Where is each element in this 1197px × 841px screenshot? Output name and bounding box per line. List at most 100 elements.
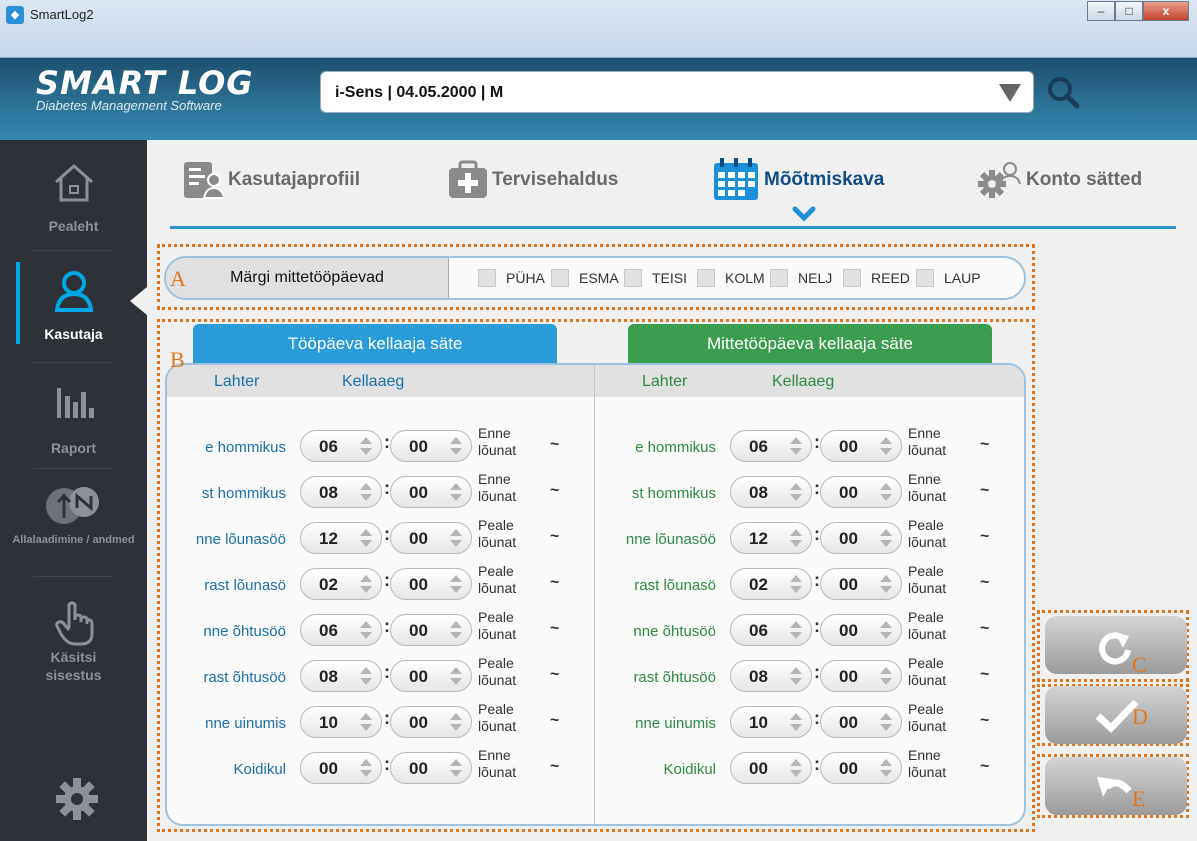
- minute-stepper[interactable]: 00: [390, 614, 472, 646]
- stepper-arrows-icon[interactable]: [787, 759, 803, 779]
- stepper-arrows-icon[interactable]: [877, 529, 893, 549]
- stepper-arrows-icon[interactable]: [357, 529, 373, 549]
- minute-stepper[interactable]: 00: [820, 660, 902, 692]
- stepper-arrows-icon[interactable]: [447, 437, 463, 457]
- offday-settings-tab[interactable]: Mittetööpäeva kellaaja säte: [628, 324, 992, 364]
- chevron-down-icon[interactable]: [999, 84, 1021, 102]
- ampm-label[interactable]: Peale lõunat: [908, 517, 970, 551]
- stepper-arrows-icon[interactable]: [787, 483, 803, 503]
- ampm-label[interactable]: Peale lõunat: [908, 655, 970, 689]
- search-icon[interactable]: [1046, 75, 1080, 109]
- workday-settings-tab[interactable]: Tööpäeva kellaaja säte: [193, 324, 557, 364]
- day-checkbox-sunday[interactable]: PÜHA: [478, 269, 549, 287]
- confirm-button[interactable]: [1045, 686, 1187, 744]
- minute-stepper[interactable]: 00: [390, 752, 472, 784]
- day-checkbox-tuesday[interactable]: TEISI: [624, 269, 695, 287]
- minute-stepper[interactable]: 00: [820, 706, 902, 738]
- patient-select[interactable]: i-Sens | 04.05.2000 | M: [320, 71, 1034, 113]
- undo-button[interactable]: [1045, 757, 1187, 815]
- stepper-arrows-icon[interactable]: [877, 667, 893, 687]
- hour-stepper[interactable]: 12: [300, 522, 382, 554]
- stepper-arrows-icon[interactable]: [357, 483, 373, 503]
- ampm-label[interactable]: Enne lõunat: [478, 747, 540, 781]
- hour-stepper[interactable]: 06: [730, 614, 812, 646]
- minute-stepper[interactable]: 00: [820, 522, 902, 554]
- stepper-arrows-icon[interactable]: [787, 667, 803, 687]
- ampm-label[interactable]: Peale lõunat: [478, 563, 540, 597]
- day-checkbox-thursday[interactable]: NELJ: [770, 269, 841, 287]
- stepper-arrows-icon[interactable]: [787, 621, 803, 641]
- hour-stepper[interactable]: 08: [300, 476, 382, 508]
- minute-stepper[interactable]: 00: [390, 476, 472, 508]
- stepper-arrows-icon[interactable]: [787, 437, 803, 457]
- hour-stepper[interactable]: 12: [730, 522, 812, 554]
- tab-measurement-plan[interactable]: Mõõtmiskava: [712, 152, 884, 208]
- tab-health[interactable]: Tervisehaldus: [448, 152, 618, 208]
- ampm-label[interactable]: Enne lõunat: [478, 471, 540, 505]
- day-checkbox-saturday[interactable]: LAUP: [916, 269, 987, 287]
- hour-stepper[interactable]: 08: [730, 476, 812, 508]
- minimize-button[interactable]: –: [1087, 1, 1115, 21]
- stepper-arrows-icon[interactable]: [357, 667, 373, 687]
- gear-icon[interactable]: [54, 776, 100, 822]
- hour-stepper[interactable]: 10: [730, 706, 812, 738]
- sidebar-item-download[interactable]: Allalaadimine / andmed: [0, 484, 147, 546]
- hour-stepper[interactable]: 02: [300, 568, 382, 600]
- stepper-arrows-icon[interactable]: [447, 575, 463, 595]
- stepper-arrows-icon[interactable]: [787, 713, 803, 733]
- hour-stepper[interactable]: 08: [300, 660, 382, 692]
- hour-stepper[interactable]: 06: [730, 430, 812, 462]
- hour-stepper[interactable]: 00: [300, 752, 382, 784]
- stepper-arrows-icon[interactable]: [447, 529, 463, 549]
- day-checkbox-wednesday[interactable]: KOLM: [697, 269, 768, 287]
- tab-user-profile[interactable]: Kasutajaprofiil: [182, 152, 360, 208]
- stepper-arrows-icon[interactable]: [447, 759, 463, 779]
- stepper-arrows-icon[interactable]: [877, 713, 893, 733]
- minute-stepper[interactable]: 00: [820, 568, 902, 600]
- day-checkbox-monday[interactable]: ESMA: [551, 269, 622, 287]
- stepper-arrows-icon[interactable]: [877, 759, 893, 779]
- tab-account-settings[interactable]: Konto sätted: [976, 152, 1142, 208]
- stepper-arrows-icon[interactable]: [877, 621, 893, 641]
- minute-stepper[interactable]: 00: [820, 752, 902, 784]
- stepper-arrows-icon[interactable]: [877, 437, 893, 457]
- minute-stepper[interactable]: 00: [390, 706, 472, 738]
- minute-stepper[interactable]: 00: [820, 476, 902, 508]
- hour-stepper[interactable]: 06: [300, 430, 382, 462]
- stepper-arrows-icon[interactable]: [447, 621, 463, 641]
- sidebar-item-user[interactable]: Kasutaja: [0, 268, 147, 342]
- minute-stepper[interactable]: 00: [820, 614, 902, 646]
- hour-stepper[interactable]: 00: [730, 752, 812, 784]
- maximize-button[interactable]: □: [1115, 1, 1143, 21]
- ampm-label[interactable]: Enne lõunat: [908, 425, 970, 459]
- stepper-arrows-icon[interactable]: [357, 759, 373, 779]
- ampm-label[interactable]: Peale lõunat: [478, 655, 540, 689]
- stepper-arrows-icon[interactable]: [357, 621, 373, 641]
- day-checkbox-friday[interactable]: REED: [843, 269, 914, 287]
- minute-stepper[interactable]: 00: [820, 430, 902, 462]
- hour-stepper[interactable]: 06: [300, 614, 382, 646]
- stepper-arrows-icon[interactable]: [787, 575, 803, 595]
- minute-stepper[interactable]: 00: [390, 430, 472, 462]
- stepper-arrows-icon[interactable]: [447, 713, 463, 733]
- hour-stepper[interactable]: 02: [730, 568, 812, 600]
- ampm-label[interactable]: Peale lõunat: [908, 701, 970, 735]
- stepper-arrows-icon[interactable]: [877, 575, 893, 595]
- minute-stepper[interactable]: 00: [390, 568, 472, 600]
- close-button[interactable]: x: [1143, 1, 1189, 21]
- sidebar-item-home[interactable]: Pealeht: [0, 160, 147, 234]
- ampm-label[interactable]: Peale lõunat: [478, 701, 540, 735]
- sidebar-item-manual[interactable]: Käsitsi sisestus: [0, 600, 147, 684]
- ampm-label[interactable]: Peale lõunat: [908, 563, 970, 597]
- ampm-label[interactable]: Peale lõunat: [478, 609, 540, 643]
- sidebar-item-report[interactable]: Raport: [0, 378, 147, 456]
- stepper-arrows-icon[interactable]: [357, 575, 373, 595]
- ampm-label[interactable]: Enne lõunat: [908, 471, 970, 505]
- minute-stepper[interactable]: 00: [390, 660, 472, 692]
- stepper-arrows-icon[interactable]: [447, 483, 463, 503]
- minute-stepper[interactable]: 00: [390, 522, 472, 554]
- hour-stepper[interactable]: 08: [730, 660, 812, 692]
- stepper-arrows-icon[interactable]: [357, 713, 373, 733]
- stepper-arrows-icon[interactable]: [357, 437, 373, 457]
- ampm-label[interactable]: Enne lõunat: [908, 747, 970, 781]
